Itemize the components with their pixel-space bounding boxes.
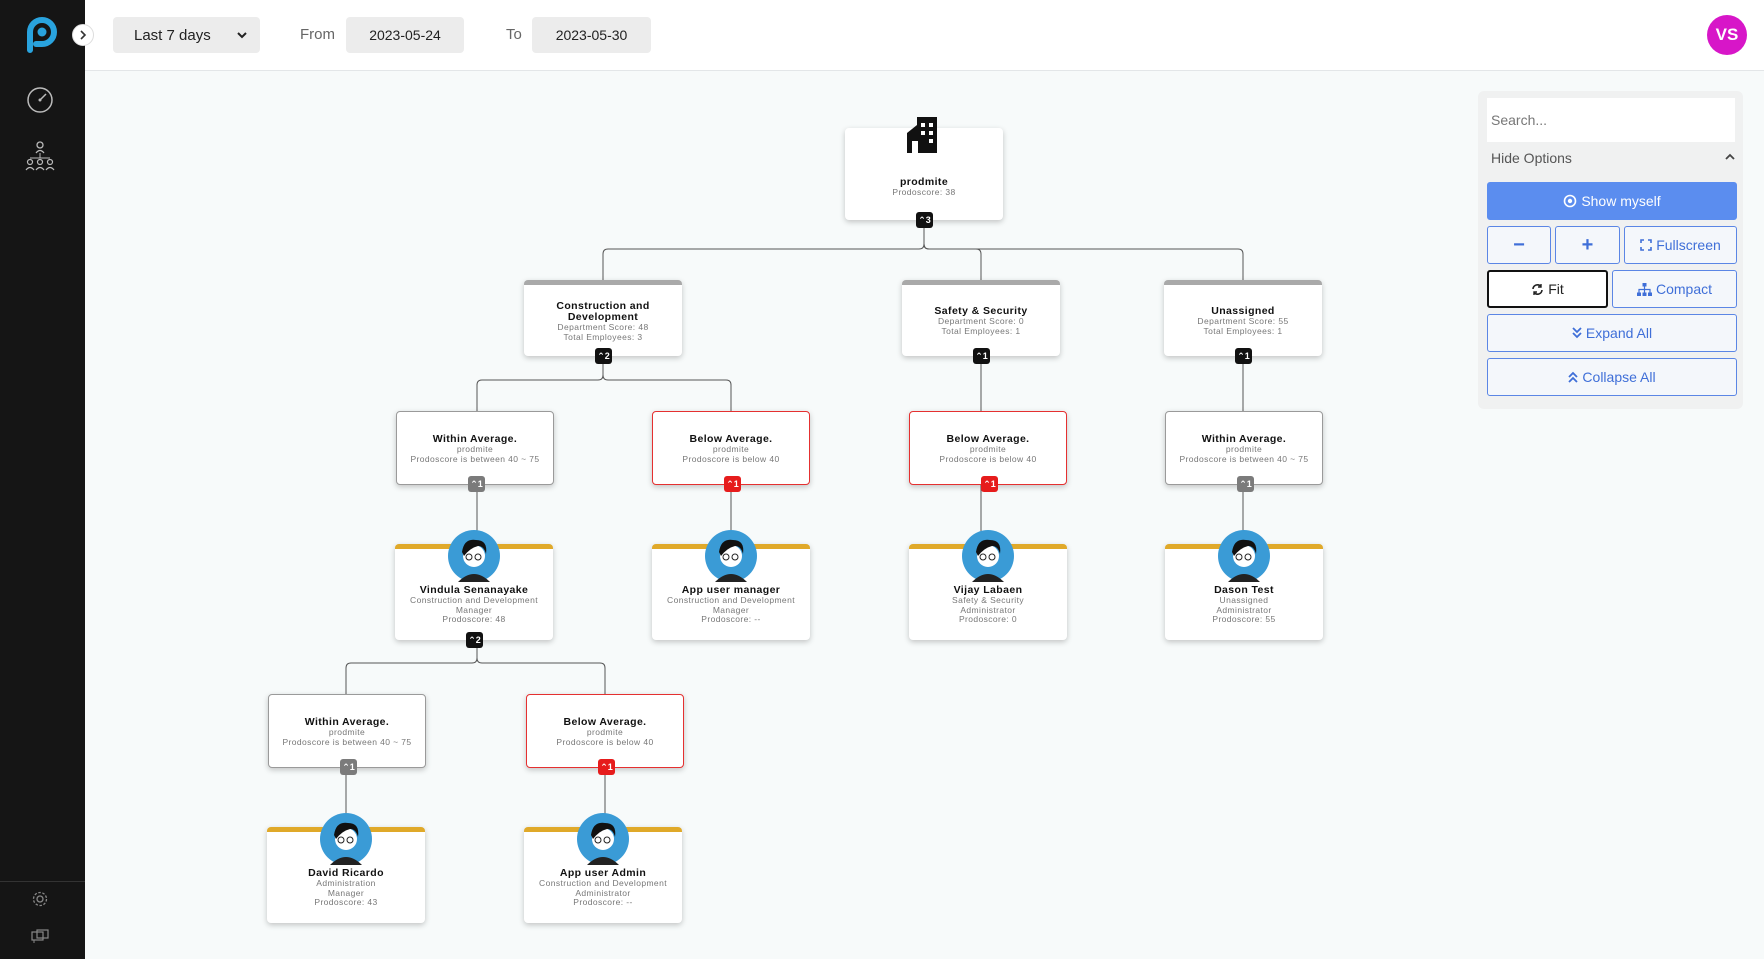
expand-badge[interactable]: ⌃1: [1237, 476, 1254, 492]
double-chevron-down-icon: [1572, 327, 1582, 339]
show-myself-label: Show myself: [1581, 193, 1661, 209]
person-node[interactable]: Vijay Labaen Safety & Security Administr…: [909, 530, 1067, 640]
expand-badge[interactable]: ⌃2: [595, 348, 612, 364]
person-avatar-icon: [705, 530, 757, 582]
feedback-chat-icon[interactable]: [22, 919, 58, 955]
search-input[interactable]: [1487, 98, 1735, 142]
expand-badge[interactable]: ⌃2: [466, 632, 483, 648]
org-chart-icon[interactable]: [22, 138, 58, 174]
double-chevron-up-icon: [1568, 371, 1579, 383]
person-score: Prodoscore: 0: [958, 614, 1018, 624]
to-label: To: [506, 26, 522, 43]
plus-icon: +: [1581, 233, 1594, 256]
person-node[interactable]: Dason Test Unassigned Administrator Prod…: [1165, 530, 1323, 640]
group-desc: Prodoscore is below 40: [682, 453, 780, 464]
expand-badge[interactable]: ⌃1: [468, 476, 485, 492]
chart-options-panel: Hide Options Show myself − + Fullscreen …: [1478, 91, 1743, 409]
refresh-icon: [1532, 283, 1544, 295]
person-score: Prodoscore: 48: [442, 614, 506, 624]
from-date-input[interactable]: 2023-05-24: [346, 17, 464, 53]
top-bar: Last 7 days From 2023-05-24 To 2023-05-3…: [85, 0, 1764, 71]
expand-badge[interactable]: ⌃3: [916, 212, 933, 228]
collapse-all-label: Collapse All: [1582, 369, 1656, 385]
group-node-within-average[interactable]: Within Average. prodmite Prodoscore is b…: [268, 694, 426, 775]
person-avatar-icon: [577, 813, 629, 865]
fullscreen-button[interactable]: Fullscreen: [1624, 226, 1737, 264]
date-range-value: Last 7 days: [134, 26, 211, 44]
sidebar: [0, 0, 85, 959]
group-desc: Prodoscore is between 40 ~ 75: [282, 736, 412, 747]
show-myself-button[interactable]: Show myself: [1487, 182, 1737, 220]
group-desc: Prodoscore is below 40: [939, 453, 1037, 464]
to-date-input[interactable]: 2023-05-30: [532, 17, 651, 53]
dept-node[interactable]: Safety & Security Department Score: 0 To…: [902, 280, 1060, 364]
compact-button[interactable]: Compact: [1612, 270, 1737, 308]
dept-employees: Total Employees: 1: [941, 325, 1021, 336]
expand-badge[interactable]: ⌃1: [1235, 348, 1252, 364]
dept-employees: Total Employees: 3: [563, 331, 643, 342]
fit-label: Fit: [1548, 281, 1564, 297]
group-desc: Prodoscore is below 40: [556, 736, 654, 747]
expand-badge[interactable]: ⌃1: [973, 348, 990, 364]
person-avatar-icon: [1218, 530, 1270, 582]
date-range-select[interactable]: Last 7 days: [113, 17, 260, 53]
minus-icon: −: [1513, 233, 1525, 256]
dashboard-gauge-icon[interactable]: [22, 82, 58, 118]
dept-title: Construction and Development: [556, 300, 650, 323]
person-node[interactable]: David Ricardo Administration Manager Pro…: [267, 813, 425, 923]
fit-button[interactable]: Fit: [1487, 270, 1608, 308]
person-score: Prodoscore: 43: [314, 897, 378, 907]
group-node-below-average[interactable]: Below Average. prodmite Prodoscore is be…: [909, 411, 1067, 492]
expand-all-button[interactable]: Expand All: [1487, 314, 1737, 352]
group-desc: Prodoscore is between 40 ~ 75: [410, 453, 540, 464]
chevron-up-icon: [1725, 153, 1735, 160]
user-avatar[interactable]: VS: [1707, 15, 1747, 55]
zoom-out-button[interactable]: −: [1487, 226, 1551, 264]
person-score: Prodoscore: --: [701, 614, 761, 624]
node-score: Prodoscore: 38: [892, 187, 956, 197]
prodoscore-logo[interactable]: [22, 14, 62, 54]
group-desc: Prodoscore is between 40 ~ 75: [1179, 453, 1309, 464]
fullscreen-icon: [1640, 239, 1653, 251]
person-score: Prodoscore: 55: [1212, 614, 1276, 624]
person-avatar-icon: [448, 530, 500, 582]
person-node[interactable]: App user Admin Construction and Developm…: [524, 813, 682, 923]
expand-badge[interactable]: ⌃1: [598, 759, 615, 775]
person-avatar-icon: [962, 530, 1014, 582]
person-node[interactable]: Vindula Senanayake Construction and Deve…: [395, 530, 553, 648]
group-node-within-average[interactable]: Within Average. prodmite Prodoscore is b…: [396, 411, 554, 492]
dept-node[interactable]: Construction and Development Department …: [524, 280, 682, 364]
expand-badge[interactable]: ⌃1: [340, 759, 357, 775]
person-node[interactable]: App user manager Construction and Develo…: [652, 530, 810, 640]
fullscreen-label: Fullscreen: [1656, 237, 1721, 253]
group-node-below-average[interactable]: Below Average. prodmite Prodoscore is be…: [526, 694, 684, 775]
sidebar-expand-button[interactable]: [72, 24, 94, 46]
building-icon: [907, 117, 937, 153]
dept-employees: Total Employees: 1: [1203, 325, 1283, 336]
group-node-below-average[interactable]: Below Average. prodmite Prodoscore is be…: [652, 411, 810, 492]
collapse-all-button[interactable]: Collapse All: [1487, 358, 1737, 396]
person-avatar-icon: [320, 813, 372, 865]
person-score: Prodoscore: --: [573, 897, 633, 907]
zoom-in-button[interactable]: +: [1555, 226, 1620, 264]
expand-all-label: Expand All: [1585, 325, 1653, 341]
hide-options-toggle[interactable]: Hide Options: [1491, 150, 1736, 170]
root-node[interactable]: prodmite Prodoscore: 38 ⌃3: [845, 117, 1003, 228]
expand-badge[interactable]: ⌃1: [981, 476, 998, 492]
chevron-down-icon: [237, 32, 247, 39]
target-icon: [1564, 194, 1577, 208]
compact-label: Compact: [1655, 281, 1713, 297]
settings-gear-icon[interactable]: [22, 881, 58, 917]
chevron-right-icon: [80, 30, 87, 40]
expand-badge[interactable]: ⌃1: [724, 476, 741, 492]
tree-connectors: [345, 220, 1244, 822]
dept-node[interactable]: Unassigned Department Score: 55 Total Em…: [1164, 280, 1322, 364]
sitemap-icon: [1636, 282, 1652, 296]
from-label: From: [300, 26, 335, 43]
group-node-within-average[interactable]: Within Average. prodmite Prodoscore is b…: [1165, 411, 1323, 492]
hide-options-label: Hide Options: [1491, 150, 1572, 166]
